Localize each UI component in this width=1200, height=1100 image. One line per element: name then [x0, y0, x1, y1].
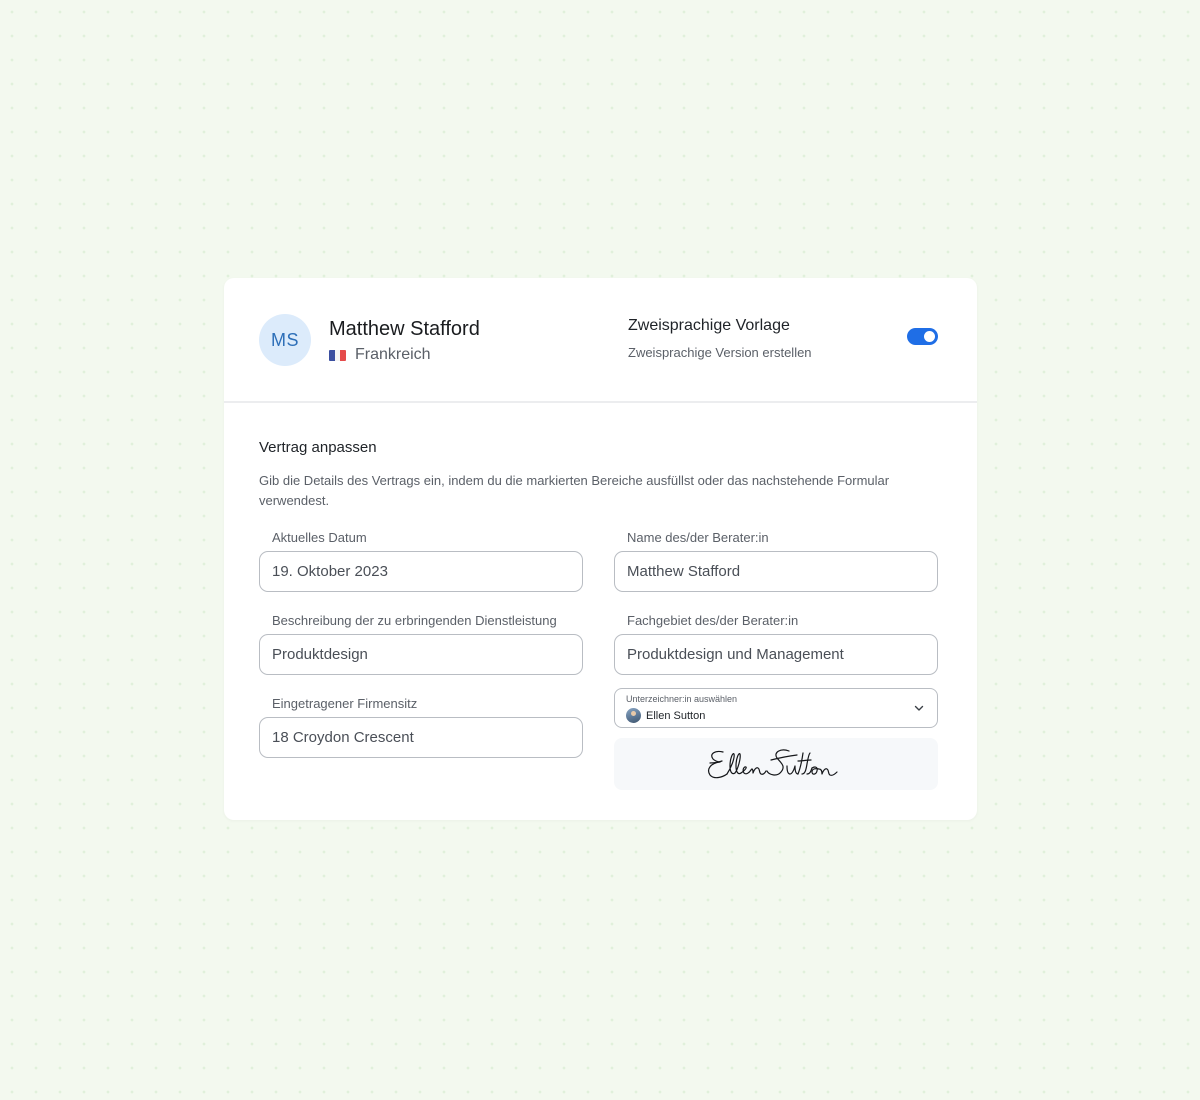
signer-selected-name: Ellen Sutton [646, 709, 706, 722]
bilingual-template-subtitle: Zweisprachige Version erstellen [628, 345, 812, 360]
signer-selected: Ellen Sutton [626, 708, 705, 723]
avatar: MS [259, 314, 311, 366]
consultant-field-label: Fachgebiet des/der Berater:in [627, 613, 799, 628]
service-description-label: Beschreibung der zu erbringenden Dienstl… [272, 613, 557, 628]
person-name: Matthew Stafford [329, 318, 480, 340]
signature-preview [614, 738, 938, 790]
registered-office-input[interactable] [259, 717, 583, 758]
consultant-field-input[interactable] [614, 634, 938, 675]
signer-avatar [626, 708, 641, 723]
france-flag-icon [329, 349, 346, 361]
signature-image [708, 749, 838, 779]
toggle-knob [924, 331, 935, 342]
country-label: Frankreich [355, 346, 431, 363]
section-title: Vertrag anpassen [259, 439, 377, 456]
current-date-label: Aktuelles Datum [272, 530, 367, 545]
bilingual-toggle[interactable] [907, 328, 938, 345]
section-description: Gib die Details des Vertrags ein, indem … [259, 473, 890, 508]
consultant-name-input[interactable] [614, 551, 938, 592]
current-date-input[interactable] [259, 551, 583, 592]
consultant-name-label: Name des/der Berater:in [627, 530, 769, 545]
signer-select[interactable]: Unterzeichner:in auswählen Ellen Sutton [614, 688, 938, 728]
bilingual-template-title: Zweisprachige Vorlage [628, 317, 790, 334]
signer-select-caption: Unterzeichner:in auswählen [626, 694, 738, 704]
page-background: MS Matthew Stafford Frankreich Zweisprac… [0, 0, 1200, 1100]
chevron-down-icon [914, 705, 924, 711]
country-row: Frankreich [329, 346, 431, 364]
service-description-input[interactable] [259, 634, 583, 675]
card-header: MS Matthew Stafford Frankreich Zweisprac… [224, 278, 977, 403]
contract-card: MS Matthew Stafford Frankreich Zweisprac… [224, 278, 977, 820]
registered-office-label: Eingetragener Firmensitz [272, 696, 418, 711]
